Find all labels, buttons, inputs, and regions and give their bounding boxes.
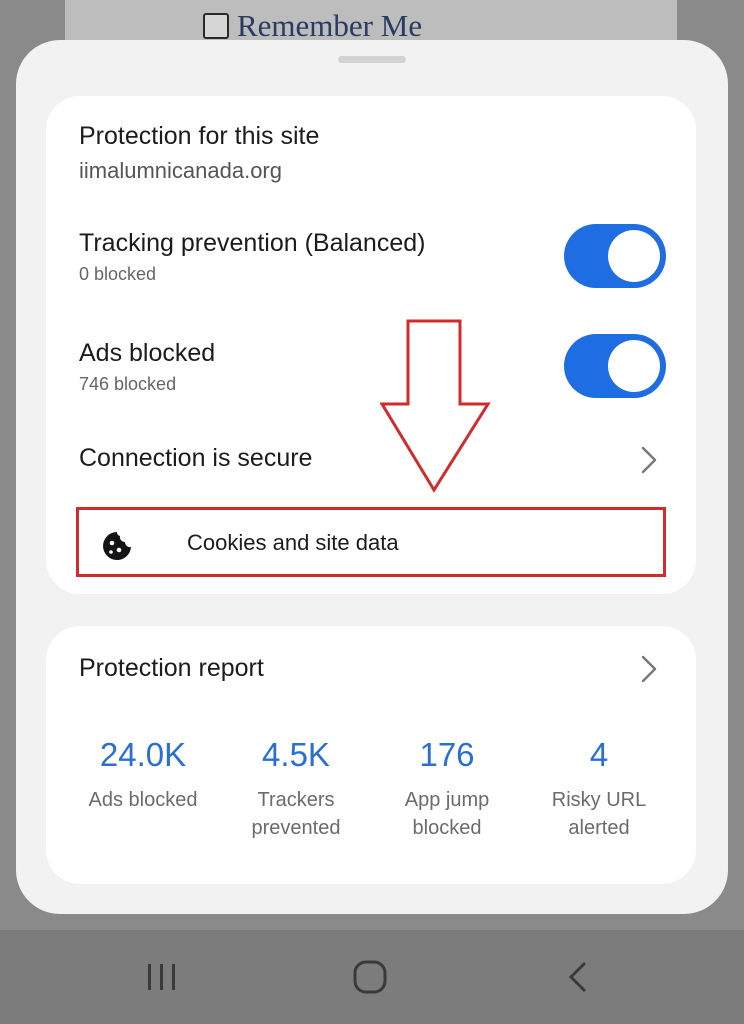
ads-blocked-toggle[interactable] [564,334,666,398]
connection-secure-label: Connection is secure [79,444,313,472]
cookie-icon [103,532,131,560]
stat-label: Risky URL alerted [551,789,647,839]
stat-ads-blocked: 24.0K Ads blocked [68,734,218,814]
protection-report-card[interactable]: Protection report 24.0K Ads blocked 4.5K… [46,626,696,884]
back-icon [568,961,587,993]
home-icon [353,960,387,994]
stat-trackers-prevented: 4.5K Trackers prevented [221,734,371,842]
toggle-knob [608,340,660,392]
stat-value: 4.5K [262,736,330,773]
remember-me-checkbox [203,13,229,39]
home-button[interactable] [330,930,410,1024]
stat-risky-url-alerted: 4 Risky URL alerted [524,734,674,842]
cookies-site-data-label: Cookies and site data [187,530,399,555]
ads-blocked-label: Ads blocked [79,339,216,367]
stat-app-jump-blocked: 176 App jump blocked [372,734,522,842]
tracking-prevention-toggle[interactable] [564,224,666,288]
sheet-drag-handle[interactable] [338,56,406,63]
annotation-arrow-icon [380,319,491,493]
tracking-prevention-label: Tracking prevention (Balanced) [79,229,426,257]
remember-me-label: Remember Me [237,8,423,43]
back-button[interactable] [538,930,618,1024]
stat-label: App jump blocked [404,789,490,839]
protection-title: Protection for this site [79,122,320,150]
protection-card: Protection for this site iimalumnicanada… [46,96,696,594]
stat-value: 4 [589,736,609,773]
system-navigation-bar [0,930,744,1024]
chevron-right-icon [641,655,657,683]
stat-value: 176 [419,736,475,773]
stat-label: Ads blocked [88,789,198,811]
chevron-right-icon [641,446,657,474]
toggle-knob [608,230,660,282]
cookies-site-data-row[interactable]: Cookies and site data [76,507,666,577]
site-protection-sheet: Protection for this site iimalumnicanada… [16,40,728,914]
tracking-blocked-count: 0 blocked [79,264,157,284]
site-domain: iimalumnicanada.org [79,158,282,183]
stat-value: 24.0K [99,736,187,773]
protection-report-title: Protection report [79,654,264,682]
stat-label: Trackers prevented [251,789,341,839]
recent-apps-icon [148,964,175,990]
ads-blocked-count: 746 blocked [79,374,177,394]
recent-apps-button[interactable] [122,930,202,1024]
